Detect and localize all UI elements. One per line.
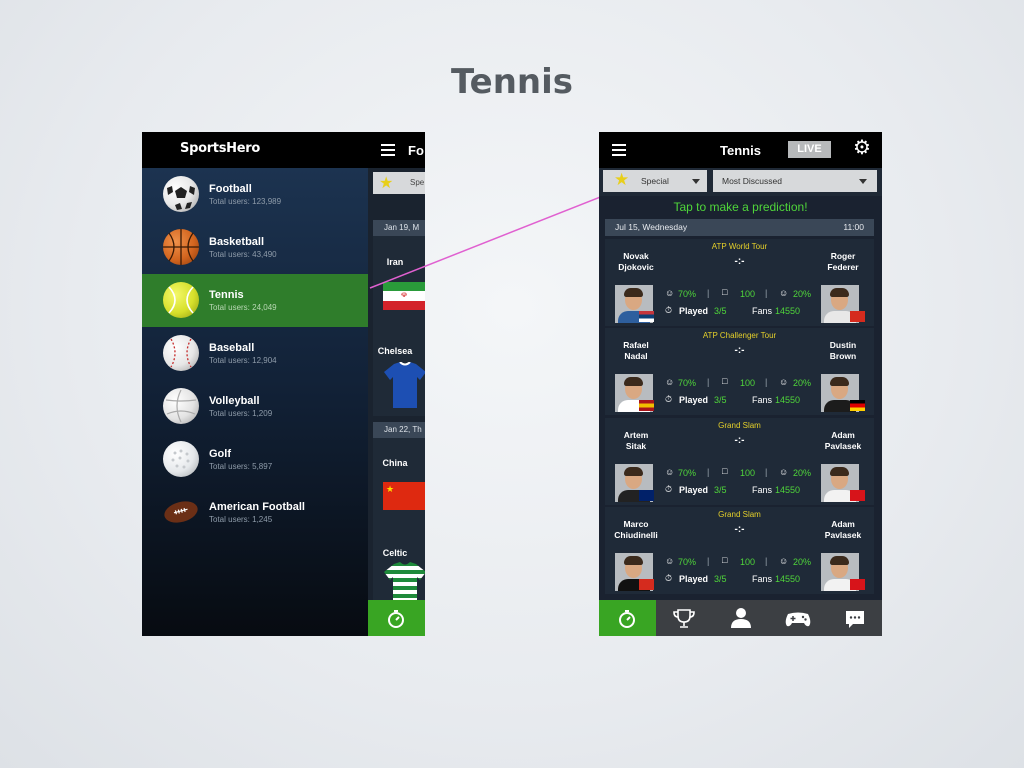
fans-count: 14550 <box>775 395 801 405</box>
player-one-flag-icon <box>639 400 654 411</box>
tournament-name: Grand Slam <box>718 421 761 430</box>
trophy-icon <box>673 609 695 628</box>
fans-label: Fans <box>752 306 773 316</box>
stopwatch-icon: ⏱ <box>665 573 673 583</box>
right-phone-screen: Tennis LIVE ⚙ ★ Special Most Discussed T… <box>599 132 882 636</box>
stopwatch-icon: ⏱ <box>665 484 673 494</box>
fans-count: 14550 <box>775 574 801 584</box>
match-card[interactable]: Grand Slam -:- Marco Chiudinelli Adam Pa… <box>605 507 874 594</box>
played-count: 3/5 <box>714 306 727 316</box>
played-label: Played <box>679 395 709 405</box>
date-header: Jul 15, Wednesday 11:00 <box>605 219 874 236</box>
prediction-prompt: Tap to make a prediction! <box>673 200 808 214</box>
played-count: 3/5 <box>714 395 727 405</box>
match-card[interactable]: Grand Slam -:- Artem Sitak Adam Pavlasek… <box>605 418 874 505</box>
player-one-name: Novak Djokovic <box>618 251 654 272</box>
user-icon: ☺ <box>665 556 675 566</box>
user-icon: ☺ <box>665 377 675 387</box>
player-two-percent: 20% <box>793 289 812 299</box>
player-two-name: Adam Pavlasek <box>824 430 862 451</box>
tab-bar <box>599 600 882 636</box>
player-one-flag-icon <box>639 579 654 590</box>
comment-icon: □ <box>722 287 728 297</box>
played-count: 3/5 <box>714 574 727 584</box>
tab-chat[interactable] <box>827 600 882 636</box>
player-two-percent: 20% <box>793 557 812 567</box>
comment-count: 100 <box>740 557 756 567</box>
played-label: Played <box>679 306 709 316</box>
match-card[interactable]: ATP World Tour -:- Novak Djokovic Roger … <box>605 239 874 326</box>
user-icon: ☺ <box>665 467 675 477</box>
sort-dropdown[interactable]: Most Discussed <box>713 170 877 192</box>
user-icon: ☺ <box>779 467 789 477</box>
player-one-percent: 70% <box>678 378 697 388</box>
page-title: Tennis <box>720 143 761 158</box>
live-button[interactable]: LIVE <box>788 141 831 158</box>
fans-label: Fans <box>752 395 773 405</box>
user-icon: ☺ <box>779 288 789 298</box>
match-date: Jul 15, Wednesday <box>615 222 688 232</box>
stopwatch-icon: ⏱ <box>665 394 673 404</box>
comment-icon: □ <box>722 376 728 386</box>
player-one-name: Marco Chiudinelli <box>614 519 658 540</box>
comment-count: 100 <box>740 289 756 299</box>
player-two-name: Dustin Brown <box>829 340 857 361</box>
special-filter-label: Special <box>641 176 669 186</box>
tournament-name: Grand Slam <box>718 510 761 519</box>
played-label: Played <box>679 485 709 495</box>
gear-icon[interactable]: ⚙ <box>853 138 871 158</box>
match-card[interactable]: ATP Challenger Tour -:- Rafael Nadal Dus… <box>605 328 874 415</box>
player-one-flag-icon <box>639 490 654 501</box>
fans-label: Fans <box>752 485 773 495</box>
user-icon: ☺ <box>665 288 675 298</box>
tournament-name: ATP World Tour <box>711 242 768 251</box>
tournament-name: ATP Challenger Tour <box>702 331 777 340</box>
player-two-name: Adam Pavlasek <box>824 519 862 540</box>
stopwatch-icon: ⏱ <box>665 305 673 315</box>
user-icon: ☺ <box>779 556 789 566</box>
stopwatch-icon <box>619 610 635 628</box>
fans-label: Fans <box>752 574 773 584</box>
fans-count: 14550 <box>775 485 801 495</box>
user-icon: ☺ <box>779 377 789 387</box>
played-label: Played <box>679 574 709 584</box>
comment-icon: □ <box>722 466 728 476</box>
sort-label: Most Discussed <box>722 176 782 186</box>
user-icon <box>731 608 751 628</box>
player-two-percent: 20% <box>793 378 812 388</box>
player-two-name: Roger Federer <box>827 251 859 272</box>
player-one-percent: 70% <box>678 468 697 478</box>
fans-count: 14550 <box>775 306 801 316</box>
player-two-flag-icon <box>850 490 865 501</box>
player-one-percent: 70% <box>678 289 697 299</box>
comment-icon: □ <box>722 555 728 565</box>
player-one-name: Rafael Nadal <box>623 340 649 361</box>
player-two-flag-icon <box>850 400 865 411</box>
player-two-flag-icon <box>850 579 865 590</box>
gamepad-icon <box>785 612 811 627</box>
filter-bar: ★ Special Most Discussed <box>599 168 882 196</box>
player-one-flag-icon <box>639 311 654 322</box>
comment-count: 100 <box>740 378 756 388</box>
comment-count: 100 <box>740 468 756 478</box>
tab-profile[interactable] <box>713 600 770 636</box>
tab-games[interactable] <box>770 600 827 636</box>
played-count: 3/5 <box>714 485 727 495</box>
player-two-flag-icon <box>850 311 865 322</box>
special-filter-dropdown[interactable]: ★ Special <box>603 170 707 192</box>
match-time: 11:00 <box>843 222 864 232</box>
chat-icon <box>846 611 864 628</box>
star-icon: ★ <box>614 170 630 189</box>
nav-bar: Tennis LIVE ⚙ <box>599 132 882 168</box>
chevron-down-icon <box>692 179 700 184</box>
player-one-percent: 70% <box>678 557 697 567</box>
player-one-name: Artem Sitak <box>623 430 649 451</box>
player-two-percent: 20% <box>793 468 812 478</box>
tab-trophy[interactable] <box>656 600 713 636</box>
chevron-down-icon <box>859 179 867 184</box>
tab-predictions[interactable] <box>599 600 656 636</box>
